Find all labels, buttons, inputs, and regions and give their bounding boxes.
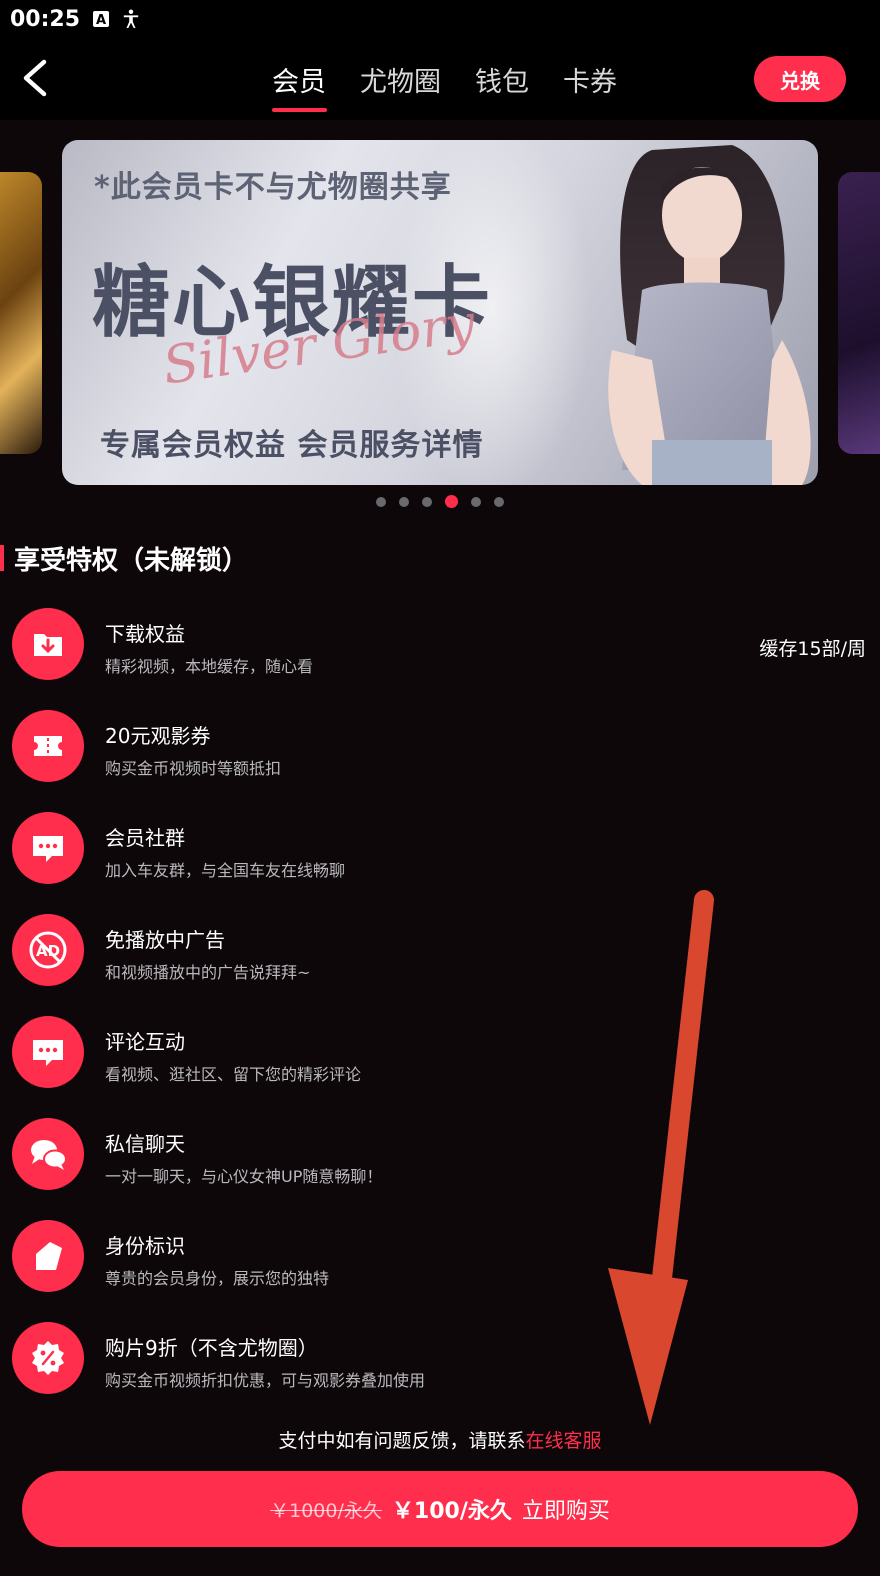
perk-identity-badge: 身份标识 尊贵的会员身份，展示您的独特 bbox=[12, 1220, 872, 1300]
perk-title: 评论互动 bbox=[105, 1030, 185, 1054]
top-nav: 会员 尤物圈 钱包 卡券 兑换 bbox=[0, 38, 880, 120]
perk-desc: 和视频播放中的广告说拜拜~ bbox=[105, 963, 311, 982]
perk-private-chat: 私信聊天 一对一聊天，与心仪女神UP随意畅聊！ bbox=[12, 1118, 872, 1198]
discount-icon bbox=[12, 1322, 84, 1394]
tab-membership[interactable]: 会员 bbox=[272, 60, 343, 112]
perk-title: 免播放中广告 bbox=[105, 928, 225, 952]
font-a-icon: A bbox=[92, 10, 110, 28]
perk-discount: 购片9折（不含尤物圈） 购买金币视频折扣优惠，可与观影券叠加使用 bbox=[12, 1322, 872, 1402]
original-price: ￥1000/永久 bbox=[270, 1499, 382, 1522]
model-photo bbox=[608, 145, 811, 485]
carousel-dot[interactable] bbox=[471, 497, 481, 507]
private-chat-icon bbox=[12, 1118, 84, 1190]
customer-service-link[interactable]: 在线客服 bbox=[526, 1430, 602, 1452]
buy-now-label: 立即购买 bbox=[521, 1499, 610, 1524]
download-icon bbox=[12, 608, 84, 680]
perk-desc: 加入车友群，与全国车友在线畅聊 bbox=[105, 861, 346, 880]
perk-desc: 购买金币视频时等额抵扣 bbox=[105, 759, 282, 778]
perk-title: 身份标识 bbox=[105, 1234, 185, 1258]
buy-now-button[interactable]: ￥1000/永久 ￥100/永久 立即购买 bbox=[22, 1471, 858, 1547]
ticket-icon bbox=[12, 710, 84, 782]
accessibility-icon bbox=[122, 9, 140, 28]
carousel-dot[interactable] bbox=[376, 497, 386, 507]
perk-desc: 看视频、逛社区、留下您的精彩评论 bbox=[105, 1065, 362, 1084]
perk-download: 下载权益 精彩视频，本地缓存，随心看 缓存15部/周 bbox=[12, 608, 872, 688]
no-ads-icon: AD bbox=[12, 914, 84, 986]
tab-coupons[interactable]: 卡券 bbox=[546, 60, 634, 112]
annotation-arrow-icon bbox=[608, 890, 714, 1425]
payment-help-text: 支付中如有问题反馈，请联系 bbox=[278, 1430, 526, 1452]
perk-desc: 一对一聊天，与心仪女神UP随意畅聊！ bbox=[105, 1167, 383, 1186]
back-button[interactable] bbox=[16, 56, 56, 100]
perk-desc: 购买金币视频折扣优惠，可与观影券叠加使用 bbox=[105, 1371, 426, 1390]
perk-quota: 缓存15部/周 bbox=[759, 638, 866, 660]
perk-title: 购片9折（不含尤物圈） bbox=[105, 1336, 318, 1360]
tab-bar: 会员 尤物圈 钱包 卡券 bbox=[272, 60, 634, 112]
badge-tag-icon bbox=[12, 1220, 84, 1292]
banner-subtitle: 专属会员权益 会员服务详情 bbox=[100, 428, 484, 463]
section-accent-bar bbox=[0, 545, 4, 571]
perk-ticket: 20元观影券 购买金币视频时等额抵扣 bbox=[12, 710, 872, 790]
perk-title: 下载权益 bbox=[105, 622, 185, 646]
chat-bubble-icon bbox=[12, 812, 84, 884]
perk-title: 20元观影券 bbox=[105, 724, 211, 748]
section-title: 享受特权（未解锁） bbox=[14, 545, 249, 576]
status-time: 00:25 bbox=[10, 6, 81, 32]
chevron-left-icon bbox=[23, 59, 47, 97]
perk-title: 会员社群 bbox=[105, 826, 185, 850]
banner-notice: *此会员卡不与尤物圈共享 bbox=[94, 170, 452, 205]
perk-community: 会员社群 加入车友群，与全国车友在线畅聊 bbox=[12, 812, 872, 892]
carousel-dot-active[interactable] bbox=[445, 495, 458, 508]
membership-card-banner[interactable]: *此会员卡不与尤物圈共享 糖心银耀卡 Silver Glory 专属会员权益 会… bbox=[62, 140, 818, 485]
carousel-dot[interactable] bbox=[494, 497, 504, 507]
carousel-dot[interactable] bbox=[422, 497, 432, 507]
perk-comments: 评论互动 看视频、逛社区、留下您的精彩评论 bbox=[12, 1016, 872, 1096]
carousel-indicator bbox=[376, 495, 504, 508]
sale-price: ￥100/永久 bbox=[391, 1499, 512, 1524]
exchange-button[interactable]: 兑换 bbox=[754, 56, 846, 102]
status-bar: 00:25 A bbox=[0, 0, 880, 38]
perk-desc: 尊贵的会员身份，展示您的独特 bbox=[105, 1269, 330, 1288]
next-card-preview[interactable] bbox=[838, 172, 880, 454]
comment-icon bbox=[12, 1016, 84, 1088]
perk-no-ads: AD 免播放中广告 和视频播放中的广告说拜拜~ bbox=[12, 914, 872, 994]
tab-wallet[interactable]: 钱包 bbox=[458, 60, 546, 112]
svg-text:A: A bbox=[96, 13, 106, 28]
perk-title: 私信聊天 bbox=[105, 1132, 185, 1156]
payment-help-note: 支付中如有问题反馈，请联系在线客服 bbox=[0, 1426, 880, 1453]
tab-youwu-circle[interactable]: 尤物圈 bbox=[343, 60, 458, 112]
perk-desc: 精彩视频，本地缓存，随心看 bbox=[105, 657, 314, 676]
previous-card-preview[interactable] bbox=[0, 172, 42, 454]
banner-carousel[interactable]: *此会员卡不与尤物圈共享 糖心银耀卡 Silver Glory 专属会员权益 会… bbox=[0, 120, 880, 520]
section-heading: 享受特权（未解锁） bbox=[0, 540, 248, 576]
carousel-dot[interactable] bbox=[399, 497, 409, 507]
